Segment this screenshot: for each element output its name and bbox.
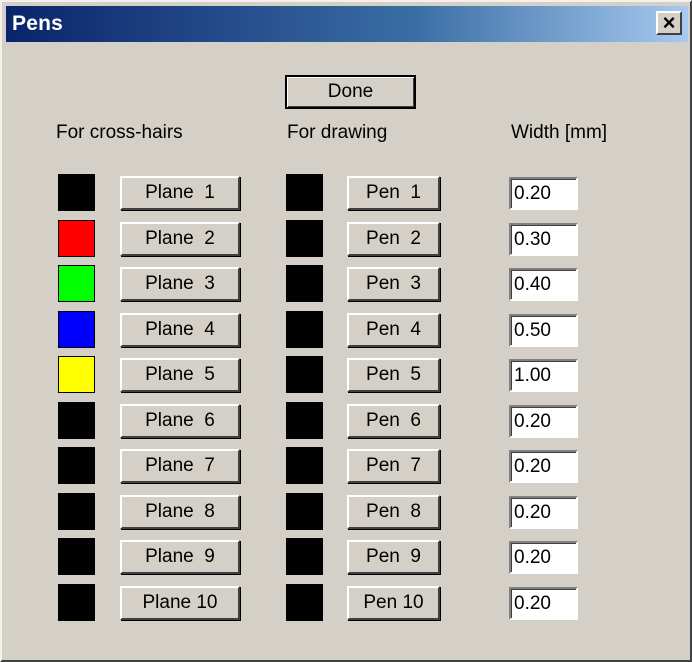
- pen-8-color-swatch[interactable]: [286, 493, 323, 530]
- plane-7-button[interactable]: Plane 7: [120, 449, 240, 483]
- window-title: Pens: [12, 12, 63, 35]
- pen-7-button[interactable]: Pen 7: [347, 449, 440, 483]
- plane-6-button[interactable]: Plane 6: [120, 404, 240, 438]
- pen-2-color-swatch[interactable]: [286, 220, 323, 257]
- pen-3-button[interactable]: Pen 3: [347, 267, 440, 301]
- pen-2-button[interactable]: Pen 2: [347, 222, 440, 256]
- plane-7-color-swatch[interactable]: [58, 447, 95, 484]
- pens-dialog: Pens × Done For cross-hairs For drawing …: [0, 0, 692, 662]
- pen-5-width-field[interactable]: [509, 359, 578, 392]
- pen-7-width-field[interactable]: [509, 450, 578, 483]
- pen-1-width-field[interactable]: [509, 177, 578, 210]
- plane-9-button[interactable]: Plane 9: [120, 540, 240, 574]
- pen-10-color-swatch[interactable]: [286, 584, 323, 621]
- done-button[interactable]: Done: [285, 75, 416, 109]
- pen-7-color-swatch[interactable]: [286, 447, 323, 484]
- pen-2-width-field[interactable]: [509, 223, 578, 256]
- plane-1-color-swatch[interactable]: [58, 174, 95, 211]
- plane-10-color-swatch[interactable]: [58, 584, 95, 621]
- pen-10-button[interactable]: Pen 10: [347, 586, 440, 620]
- plane-9-color-swatch[interactable]: [58, 538, 95, 575]
- pen-6-button[interactable]: Pen 6: [347, 404, 440, 438]
- plane-8-color-swatch[interactable]: [58, 493, 95, 530]
- width-header: Width [mm]: [511, 122, 608, 143]
- cross-hairs-header: For cross-hairs: [56, 122, 183, 143]
- close-button[interactable]: ×: [656, 11, 682, 35]
- drawing-header: For drawing: [287, 122, 388, 143]
- pen-1-button[interactable]: Pen 1: [347, 176, 440, 210]
- plane-4-button[interactable]: Plane 4: [120, 313, 240, 347]
- pen-4-width-field[interactable]: [509, 314, 578, 347]
- pen-9-width-field[interactable]: [509, 541, 578, 574]
- plane-3-button[interactable]: Plane 3: [120, 267, 240, 301]
- pen-6-color-swatch[interactable]: [286, 402, 323, 439]
- plane-2-button[interactable]: Plane 2: [120, 222, 240, 256]
- plane-8-button[interactable]: Plane 8: [120, 495, 240, 529]
- plane-1-button[interactable]: Plane 1: [120, 176, 240, 210]
- pen-5-button[interactable]: Pen 5: [347, 358, 440, 392]
- pen-10-width-field[interactable]: [509, 587, 578, 620]
- pen-6-width-field[interactable]: [509, 405, 578, 438]
- plane-4-color-swatch[interactable]: [58, 311, 95, 348]
- plane-6-color-swatch[interactable]: [58, 402, 95, 439]
- pen-8-button[interactable]: Pen 8: [347, 495, 440, 529]
- plane-10-button[interactable]: Plane 10: [120, 586, 240, 620]
- plane-5-button[interactable]: Plane 5: [120, 358, 240, 392]
- pen-5-color-swatch[interactable]: [286, 356, 323, 393]
- pen-9-button[interactable]: Pen 9: [347, 540, 440, 574]
- pen-1-color-swatch[interactable]: [286, 174, 323, 211]
- pen-9-color-swatch[interactable]: [286, 538, 323, 575]
- plane-5-color-swatch[interactable]: [58, 356, 95, 393]
- close-icon: ×: [662, 10, 676, 35]
- pen-8-width-field[interactable]: [509, 496, 578, 529]
- pen-4-button[interactable]: Pen 4: [347, 313, 440, 347]
- plane-2-color-swatch[interactable]: [58, 220, 95, 257]
- title-bar[interactable]: Pens ×: [6, 6, 688, 42]
- pen-4-color-swatch[interactable]: [286, 311, 323, 348]
- pen-3-color-swatch[interactable]: [286, 265, 323, 302]
- pen-3-width-field[interactable]: [509, 268, 578, 301]
- plane-3-color-swatch[interactable]: [58, 265, 95, 302]
